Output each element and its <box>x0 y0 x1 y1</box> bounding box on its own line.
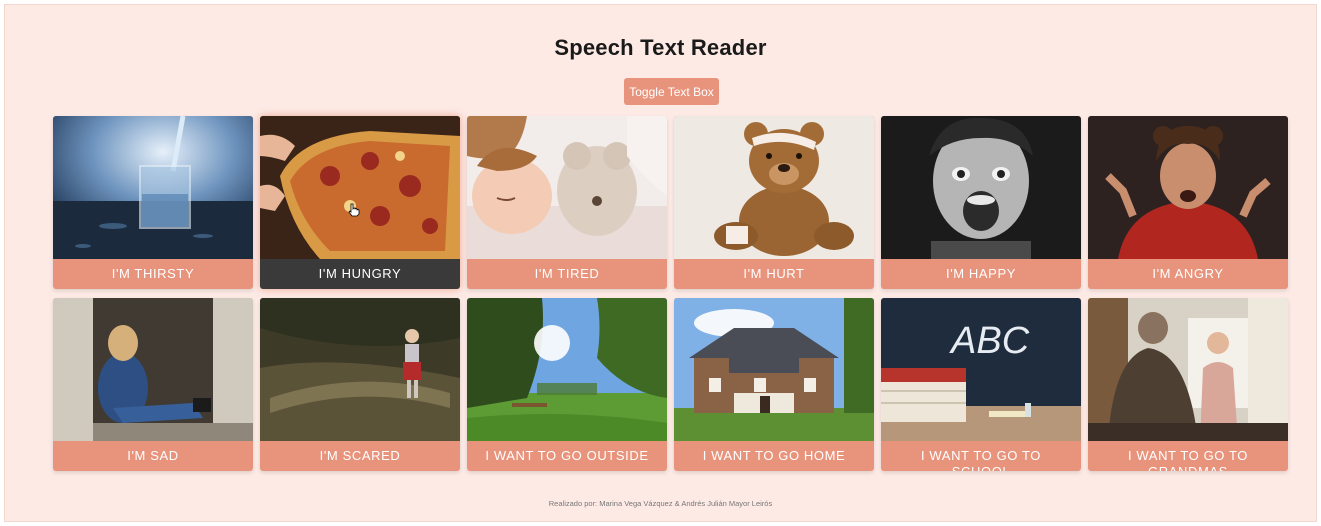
happy-boy-photo <box>881 116 1081 259</box>
chalkboard-photo: ABC <box>881 298 1081 441</box>
grandma-child-photo <box>1088 298 1288 441</box>
card-tired[interactable]: I'M TIRED <box>467 116 667 289</box>
pizza-photo <box>260 116 460 259</box>
card-angry[interactable]: I'M ANGRY <box>1088 116 1288 289</box>
sleeping-child-photo <box>467 116 667 259</box>
card-hurt[interactable]: I'M HURT <box>674 116 874 289</box>
card-label: I WANT TO GO TO GRANDMAS <box>1127 448 1248 471</box>
card-label: I'M ANGRY <box>1152 266 1224 281</box>
card-grandmas[interactable]: I WANT TO GO TO GRANDMAS <box>1088 298 1288 471</box>
card-label: I WANT TO GO OUTSIDE <box>485 448 649 463</box>
house-photo <box>674 298 874 441</box>
card-label: I'M SAD <box>127 448 179 463</box>
sad-child-photo <box>53 298 253 441</box>
card-school[interactable]: ABC I WANT TO GO TO SCHOOL <box>881 298 1081 471</box>
child-in-woods-photo <box>260 298 460 441</box>
hand-cursor-icon <box>348 203 360 217</box>
app-page: Speech Text Reader Toggle Text Box I'M T… <box>4 4 1317 522</box>
card-label: I'M TIRED <box>534 266 600 281</box>
card-label: I'M THIRSTY <box>111 266 195 281</box>
card-scared[interactable]: I'M SCARED <box>260 298 460 471</box>
card-label: I'M HURT <box>743 266 805 281</box>
page-title: Speech Text Reader <box>554 35 767 60</box>
card-thirsty[interactable]: I'M THIRSTY <box>53 116 253 289</box>
card-sad[interactable]: I'M SAD <box>53 298 253 471</box>
card-outside[interactable]: I WANT TO GO OUTSIDE <box>467 298 667 471</box>
card-label: I WANT TO GO HOME <box>702 448 846 463</box>
footer-credits: Realizado por: Marina Vega Vázquez & And… <box>548 499 773 508</box>
angry-boy-photo <box>1088 116 1288 259</box>
card-grid: I'M THIRSTY I'M HUNGRY I'M TIRED I'M HUR… <box>53 116 1288 471</box>
card-label: I WANT TO GO TO SCHOOL <box>920 448 1041 471</box>
park-photo <box>467 298 667 441</box>
card-label: I'M SCARED <box>319 448 401 463</box>
card-hungry[interactable]: I'M HUNGRY <box>260 116 460 289</box>
svg-text:ABC: ABC <box>949 320 1030 362</box>
card-happy[interactable]: I'M HAPPY <box>881 116 1081 289</box>
card-home[interactable]: I WANT TO GO HOME <box>674 298 874 471</box>
card-label: I'M HUNGRY <box>318 266 402 281</box>
bandaged-teddy-bear-photo <box>674 116 874 259</box>
toggle-text-box-button[interactable]: Toggle Text Box <box>624 78 719 105</box>
card-label: I'M HAPPY <box>945 266 1016 281</box>
water-glass-photo <box>53 116 253 259</box>
